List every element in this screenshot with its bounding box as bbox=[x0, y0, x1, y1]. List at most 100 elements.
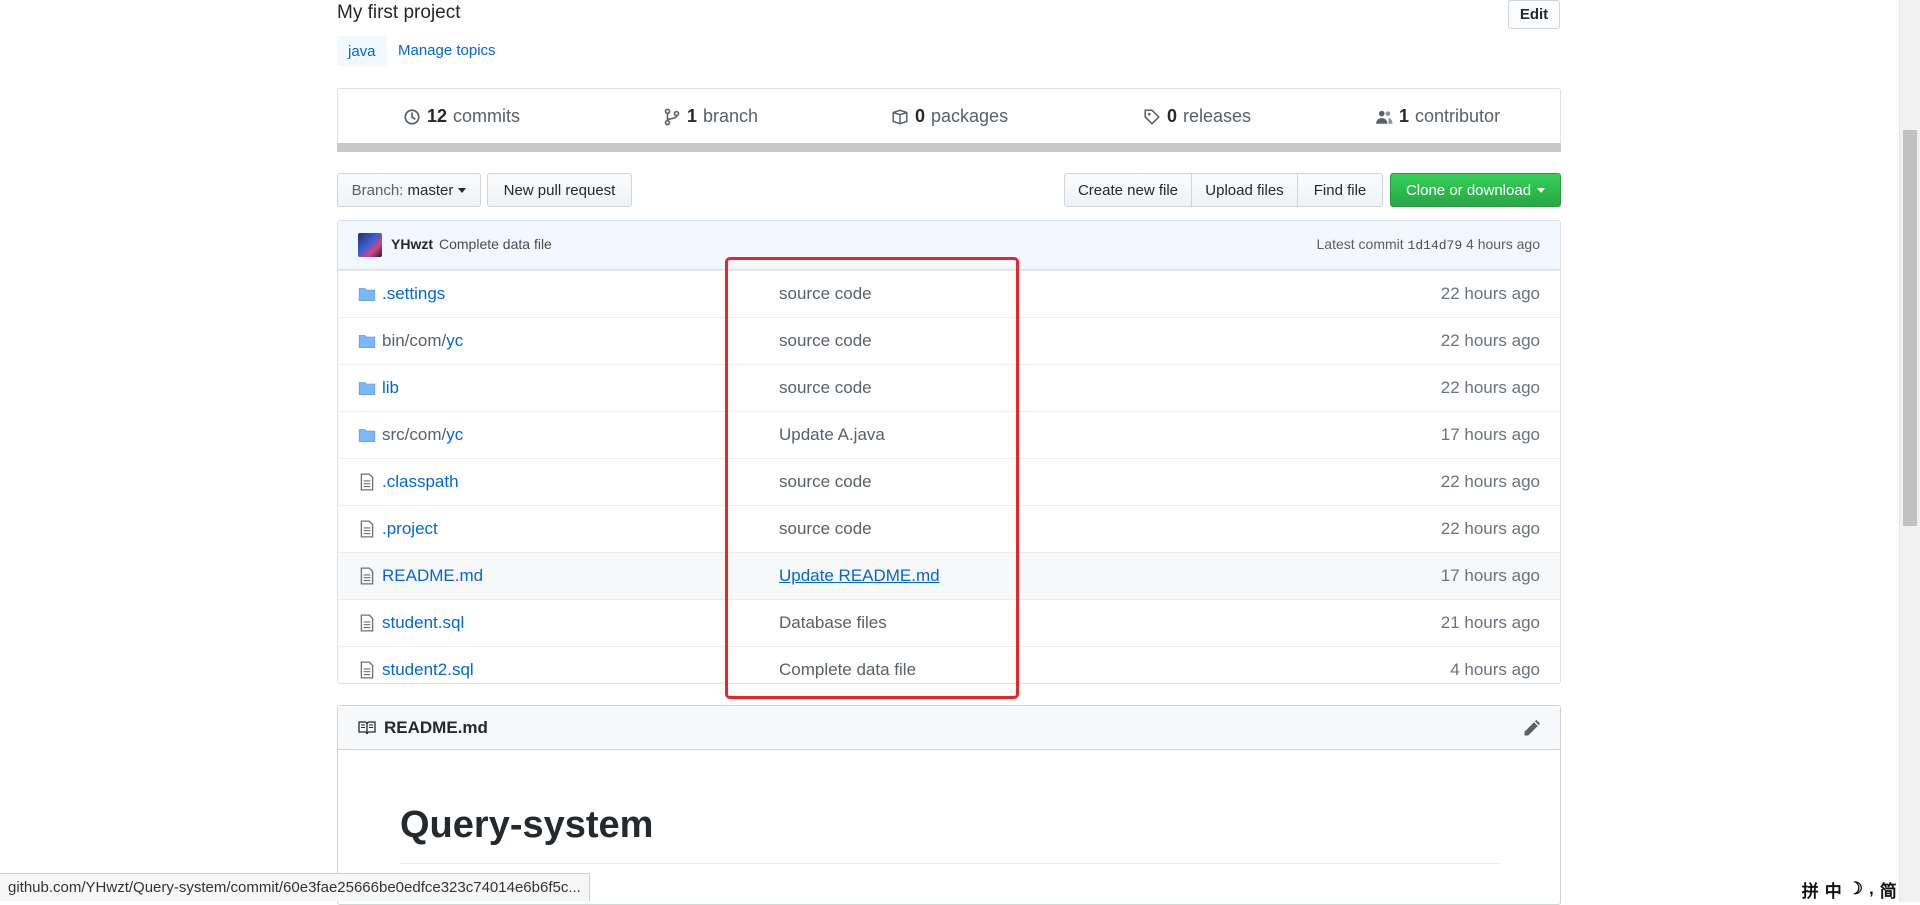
branch-select-button[interactable]: Branch: master bbox=[337, 173, 481, 207]
branches-count: 1 bbox=[687, 106, 698, 126]
file-icon bbox=[360, 473, 374, 491]
table-row: .project source code 22 hours ago bbox=[338, 505, 1560, 552]
contributors-label: contributor bbox=[1415, 106, 1501, 126]
commit-author[interactable]: YHwzt bbox=[391, 236, 433, 252]
file-actions-group: Create new file Upload files Find file bbox=[1064, 173, 1383, 207]
file-age: 22 hours ago bbox=[1440, 284, 1540, 303]
contributors-count: 1 bbox=[1399, 106, 1410, 126]
history-icon bbox=[404, 108, 420, 125]
branches-link[interactable]: 1 branch bbox=[663, 106, 758, 127]
folder-icon bbox=[358, 335, 376, 349]
repo-description: My first project bbox=[337, 2, 461, 23]
commits-link[interactable]: 12 commits bbox=[403, 106, 520, 127]
releases-link[interactable]: 0 releases bbox=[1143, 106, 1251, 127]
ime-pinyin-icon[interactable]: 拼 bbox=[1802, 877, 1819, 902]
readme-divider bbox=[400, 863, 1500, 864]
ime-moon-icon[interactable]: ☽ bbox=[1848, 879, 1863, 899]
file-commit-message[interactable]: Database files bbox=[779, 613, 887, 633]
file-age: 4 hours ago bbox=[1450, 660, 1540, 679]
table-row: .settings source code 22 hours ago bbox=[338, 270, 1560, 317]
file-name-link[interactable]: student2.sql bbox=[382, 660, 474, 680]
file-name-link[interactable]: student.sql bbox=[382, 613, 464, 633]
file-name-link[interactable]: .project bbox=[382, 519, 438, 539]
file-age: 22 hours ago bbox=[1440, 378, 1540, 397]
latest-commit-info: Latest commit 1d14d79 4 hours ago bbox=[1317, 236, 1540, 253]
file-name-link[interactable]: README.md bbox=[382, 566, 483, 586]
readme-title: README.md bbox=[384, 718, 488, 737]
scrollbar-thumb[interactable] bbox=[1903, 130, 1917, 526]
file-name-link[interactable]: src/com/yc bbox=[382, 425, 463, 445]
table-row: .classpath source code 22 hours ago bbox=[338, 458, 1560, 505]
file-icon bbox=[360, 567, 374, 585]
table-row: student.sql Database files 21 hours ago bbox=[338, 599, 1560, 646]
topic-tag-java[interactable]: java bbox=[337, 36, 387, 66]
latest-commit-bar: YHwzt Complete data file Latest commit 1… bbox=[338, 221, 1560, 270]
new-pull-request-button[interactable]: New pull request bbox=[487, 173, 632, 207]
commits-count: 12 bbox=[427, 106, 448, 126]
ime-punctuation-icon[interactable]: , bbox=[1869, 879, 1874, 899]
file-name-link[interactable]: .settings bbox=[382, 284, 445, 304]
readme-header: README.md bbox=[338, 706, 1560, 750]
branch-select-label: Branch: bbox=[351, 181, 404, 199]
file-age: 22 hours ago bbox=[1440, 519, 1540, 538]
language-bar bbox=[337, 143, 1561, 152]
file-commit-message[interactable]: source code bbox=[779, 331, 872, 351]
tag-icon bbox=[1144, 108, 1160, 125]
file-icon bbox=[360, 661, 374, 679]
pencil-icon[interactable] bbox=[1522, 718, 1542, 738]
folder-icon bbox=[358, 429, 376, 443]
create-new-file-button[interactable]: Create new file bbox=[1064, 173, 1192, 207]
commit-sha-link[interactable]: 1d14d79 bbox=[1408, 238, 1463, 253]
table-row: src/com/yc Update A.java 17 hours ago bbox=[338, 411, 1560, 458]
file-commit-message[interactable]: Update README.md bbox=[779, 566, 940, 586]
folder-icon bbox=[358, 382, 376, 396]
clone-or-download-button[interactable]: Clone or download bbox=[1390, 173, 1561, 207]
folder-icon bbox=[358, 288, 376, 302]
branch-icon bbox=[664, 108, 680, 125]
avatar[interactable] bbox=[358, 233, 382, 257]
latest-commit-age: 4 hours ago bbox=[1466, 236, 1540, 252]
chevron-down-icon bbox=[458, 187, 467, 193]
file-name-link[interactable]: .classpath bbox=[382, 472, 459, 492]
packages-link[interactable]: 0 packages bbox=[891, 106, 1008, 127]
packages-label: packages bbox=[931, 106, 1009, 126]
file-age: 21 hours ago bbox=[1440, 613, 1540, 632]
file-commit-message[interactable]: Complete data file bbox=[779, 660, 916, 680]
table-row: student2.sql Complete data file 4 hours … bbox=[338, 646, 1560, 683]
ime-chinese-icon[interactable]: 中 bbox=[1825, 877, 1842, 902]
packages-count: 0 bbox=[915, 106, 926, 126]
file-name-link[interactable]: bin/com/yc bbox=[382, 331, 463, 351]
file-commit-message[interactable]: Update A.java bbox=[779, 425, 885, 445]
ime-simplified-icon[interactable]: 简 bbox=[1880, 877, 1897, 902]
book-icon bbox=[358, 721, 376, 735]
file-age: 17 hours ago bbox=[1440, 425, 1540, 444]
branches-label: branch bbox=[703, 106, 759, 126]
file-age: 17 hours ago bbox=[1440, 566, 1540, 585]
file-name-link[interactable]: lib bbox=[382, 378, 399, 398]
find-file-button[interactable]: Find file bbox=[1297, 173, 1383, 207]
file-commit-message[interactable]: source code bbox=[779, 472, 872, 492]
commit-message[interactable]: Complete data file bbox=[439, 236, 552, 252]
file-commit-message[interactable]: source code bbox=[779, 519, 872, 539]
chevron-down-icon bbox=[1537, 187, 1546, 193]
people-icon bbox=[1376, 110, 1393, 124]
file-icon bbox=[360, 614, 374, 632]
file-commit-message[interactable]: source code bbox=[779, 378, 872, 398]
contributors-link[interactable]: 1 contributor bbox=[1375, 106, 1500, 127]
file-age: 22 hours ago bbox=[1440, 331, 1540, 350]
table-row: bin/com/yc source code 22 hours ago bbox=[338, 317, 1560, 364]
edit-button[interactable]: Edit bbox=[1508, 0, 1560, 29]
table-row: README.md Update README.md 17 hours ago bbox=[338, 552, 1560, 599]
page-scrollbar[interactable] bbox=[1899, 0, 1920, 902]
releases-label: releases bbox=[1183, 106, 1252, 126]
releases-count: 0 bbox=[1167, 106, 1178, 126]
upload-files-button[interactable]: Upload files bbox=[1191, 173, 1298, 207]
file-commit-message[interactable]: source code bbox=[779, 284, 872, 304]
file-table: YHwzt Complete data file Latest commit 1… bbox=[337, 220, 1561, 684]
manage-topics-link[interactable]: Manage topics bbox=[398, 42, 496, 59]
package-icon bbox=[892, 108, 908, 125]
latest-commit-prefix: Latest commit bbox=[1316, 236, 1404, 252]
file-icon bbox=[360, 520, 374, 538]
table-row: lib source code 22 hours ago bbox=[338, 364, 1560, 411]
readme-heading: Query-system bbox=[400, 804, 654, 846]
